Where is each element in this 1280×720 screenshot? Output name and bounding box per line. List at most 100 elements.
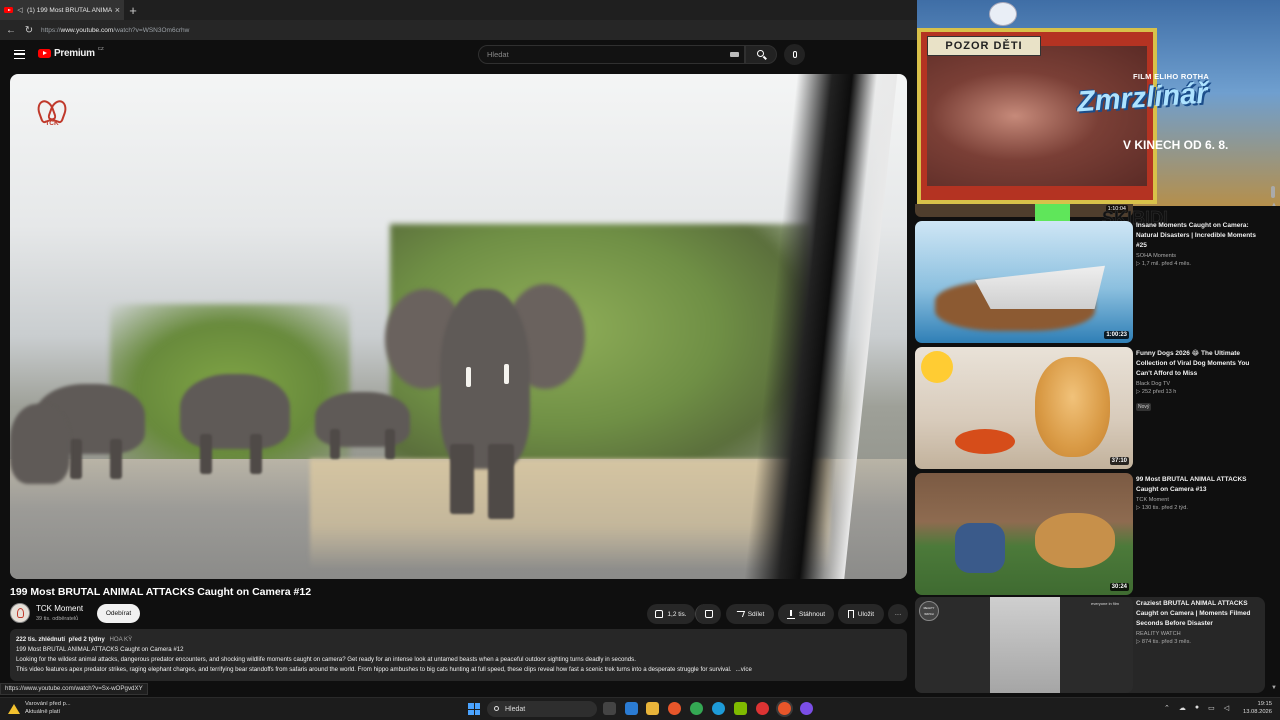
new-tab-button[interactable]: + [124, 3, 142, 18]
warning-text: Varování před p... Aktuálně platí [25, 701, 71, 716]
hamburger-menu-icon[interactable] [14, 50, 25, 59]
browser-active-icon[interactable] [778, 702, 791, 715]
laughing-emoji-icon [921, 351, 953, 383]
screen: ◁ (1) 199 Most BRUTAL ANIMAL × + ← ↻ htt… [0, 0, 1280, 720]
recommendation-title[interactable]: Funny Dogs 2026 😂 The Ultimate Collectio… [1136, 349, 1264, 379]
recommendation-info: Funny Dogs 2026 😂 The Ultimate Collectio… [1136, 349, 1264, 413]
recommendation-channel[interactable]: REALITY WATCH [1136, 631, 1264, 637]
taskbar-search[interactable]: Hledat [487, 701, 597, 717]
video-player[interactable]: TCK [10, 74, 907, 579]
dislike-button[interactable] [695, 604, 721, 624]
task-view-icon[interactable] [603, 702, 616, 715]
channel-watermark[interactable]: TCK [38, 98, 66, 127]
thumbnail-dog [1035, 357, 1110, 457]
recommendation-item[interactable]: 30:24 99 Most BRUTAL ANIMAL ATTACKS Caug… [915, 473, 1265, 595]
description-line: Looking for the wildest animal attacks, … [16, 655, 636, 663]
download-label: Stáhnout [798, 610, 826, 618]
microphone-icon [792, 51, 797, 58]
store-icon[interactable] [734, 702, 747, 715]
cloud-icon[interactable]: ☁ [1179, 704, 1186, 712]
video-elephant-tusk [504, 364, 509, 384]
file-explorer-icon[interactable] [646, 702, 659, 715]
weather-warning-widget[interactable]: Varování před p... Aktuálně platí [8, 701, 71, 716]
volume-icon[interactable]: ◁ [1224, 704, 1229, 712]
like-button[interactable]: 1,2 tis. [647, 604, 695, 624]
recommendation-title[interactable]: 99 Most BRUTAL ANIMAL ATTACKS Caught on … [1136, 475, 1264, 495]
bookmark-icon [847, 610, 854, 618]
recommendation-thumbnail[interactable]: 1:00:23 [915, 221, 1133, 343]
description-box[interactable]: 222 tis. zhlédnutí před 2 týdny HOA KỲ 1… [10, 629, 907, 681]
vivaldi-icon[interactable] [756, 702, 769, 715]
recommendation-meta: ▷ 252 před 13 h [1136, 389, 1177, 395]
recommendation-title[interactable]: Insane Moments Caught on Camera: Natural… [1136, 221, 1264, 251]
ad-mascot-image [989, 2, 1017, 26]
system-clock[interactable]: 19:15 13.08.2026 [1236, 700, 1272, 716]
recommendation-channel[interactable]: Black Dog TV [1136, 381, 1264, 387]
share-label: Sdílet [747, 610, 765, 618]
more-actions-button[interactable]: ··· [888, 604, 908, 624]
channel-avatar[interactable] [10, 603, 30, 623]
mail-app-icon[interactable] [625, 702, 638, 715]
show-more-link[interactable]: ...více [736, 665, 752, 675]
youtube-favicon-icon [4, 7, 13, 13]
speaker-icon[interactable]: ◁ [16, 6, 24, 14]
messenger-icon[interactable] [800, 702, 813, 715]
browser-tabstrip: ◁ (1) 199 Most BRUTAL ANIMAL × + [0, 0, 917, 20]
keyboard-icon[interactable] [730, 52, 739, 57]
new-badge: Nový [1136, 403, 1152, 411]
video-main-elephant [440, 289, 530, 469]
recommendation-thumbnail[interactable]: 30:24 [915, 473, 1133, 595]
location-tag[interactable]: HOA KỲ [109, 636, 132, 643]
thumbnail-caption: everyone in film [1091, 601, 1120, 606]
video-elephant-leg [330, 429, 340, 459]
back-arrow-icon[interactable]: ← [5, 25, 17, 36]
recommendation-thumbnail[interactable]: 37:10 [915, 347, 1133, 469]
youtube-logo[interactable]: Premium CZ [38, 46, 104, 59]
firefox-icon[interactable] [668, 702, 681, 715]
warning-line1: Varování před p... [25, 701, 71, 707]
recommendation-thumbnail[interactable]: REALITY WATCH everyone in film [915, 597, 1133, 693]
phoenix-logo-icon [38, 98, 66, 120]
scroll-up-icon[interactable]: ▲ [1271, 202, 1277, 208]
recommendation-info: 99 Most BRUTAL ANIMAL ATTACKS Caught on … [1136, 475, 1264, 511]
search-placeholder: Hledat [487, 50, 509, 59]
tab-title: (1) 199 Most BRUTAL ANIMAL [27, 6, 112, 14]
share-button[interactable]: Sdílet [726, 604, 774, 624]
video-elephant-leg [250, 434, 262, 474]
reload-icon[interactable]: ↻ [23, 25, 35, 36]
display-icon[interactable]: ▭ [1208, 704, 1215, 712]
address-bar: ← ↻ https://www.youtube.com/watch?v=WSN3… [0, 20, 917, 40]
recommendation-item[interactable]: 1:00:23 Insane Moments Caught on Camera:… [915, 221, 1265, 343]
voice-search-button[interactable] [784, 44, 805, 65]
recommendation-channel[interactable]: TCK Moment [1136, 497, 1264, 503]
description-line: This video features apex predator strike… [16, 665, 732, 673]
recommendation-thumbnail-partial[interactable]: 1:10:04 [915, 204, 1133, 217]
recommendation-title[interactable]: Craziest BRUTAL ANIMAL ATTACKS Caught on… [1136, 599, 1264, 629]
sidebar-scrollbar-thumb[interactable] [1271, 186, 1275, 198]
microphone-icon[interactable]: ● [1195, 704, 1199, 712]
recommendation-item[interactable]: 37:10 Funny Dogs 2026 😂 The Ultimate Col… [915, 347, 1265, 469]
chevron-up-icon[interactable]: ⌃ [1164, 704, 1170, 712]
channel-name[interactable]: TCK Moment [36, 604, 83, 613]
youtube-header: Premium CZ Hledat [0, 40, 917, 70]
search-icon [494, 706, 499, 711]
recommendation-item-hovered[interactable]: REALITY WATCH everyone in film Craziest … [915, 597, 1265, 693]
recommendation-channel[interactable]: SOHA Moments [1136, 253, 1264, 259]
url-field[interactable]: https://www.youtube.com/watch?v=WSN3Om6c… [41, 27, 189, 34]
edge-icon[interactable] [712, 702, 725, 715]
thumbs-down-icon [704, 610, 713, 618]
search-input[interactable]: Hledat [478, 45, 745, 64]
video-elephant-leg [110, 439, 122, 479]
ad-banner[interactable]: POZOR DĚTI FILM ELIHO ROTHA Zmrzlinář V … [917, 0, 1280, 206]
browser-tab-active[interactable]: ◁ (1) 199 Most BRUTAL ANIMAL × [0, 0, 124, 20]
save-button[interactable]: Uložit [838, 604, 884, 624]
download-button[interactable]: Stáhnout [778, 604, 834, 624]
taskbar-search-label: Hledat [505, 705, 526, 713]
subscribe-button[interactable]: Odebírat [97, 604, 140, 623]
search-button[interactable] [745, 45, 777, 64]
chrome-icon[interactable] [690, 702, 703, 715]
close-tab-icon[interactable]: × [115, 5, 120, 15]
windows-start-icon[interactable] [468, 703, 480, 715]
upload-date: před 2 týdny [68, 636, 105, 643]
scroll-down-icon[interactable]: ▼ [1271, 685, 1277, 691]
